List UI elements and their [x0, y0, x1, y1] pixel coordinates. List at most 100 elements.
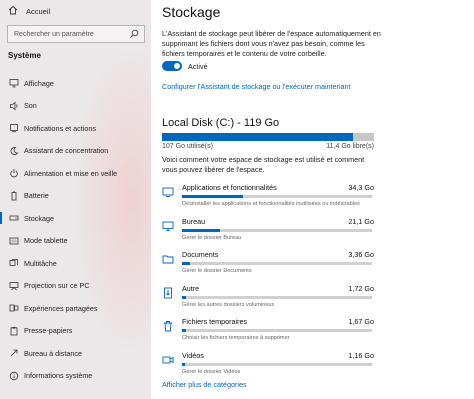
category-bar	[182, 329, 372, 332]
documents-icon	[162, 252, 174, 264]
show-more-categories-link[interactable]: Afficher plus de catégories	[162, 380, 247, 389]
category-subtext: Désinstaller les applications et fonctio…	[182, 201, 360, 207]
category-autre[interactable]: Autre 1,72 Go Gérer les autres dossiers …	[160, 284, 374, 318]
display-icon	[9, 78, 19, 88]
category-bar	[182, 362, 372, 366]
configure-storage-sense-link[interactable]: Configurer l'Assistant de stockage ou l'…	[162, 82, 351, 91]
category-bureau[interactable]: Bureau 21,1 Go Gérer le dossier Bureau	[160, 217, 374, 251]
sidebar-item-label: Son	[24, 101, 37, 111]
category-bar-fill	[182, 362, 185, 366]
category-name: Fichiers temporaires	[182, 317, 248, 326]
sidebar-item-mode-tablette[interactable]: Mode tablette	[0, 230, 151, 253]
sidebar-item-label: Bureau à distance	[24, 348, 82, 358]
category-bar-fill	[182, 262, 190, 265]
apps-icon	[162, 185, 174, 197]
category-size: 34,3 Go	[348, 183, 374, 192]
search-input[interactable]: Rechercher un paramètre	[7, 25, 145, 43]
disk-usage-bar	[162, 133, 374, 141]
storage-icon	[9, 213, 19, 223]
disk-usage-fill	[162, 133, 353, 141]
section-title: Système	[8, 51, 41, 60]
category-name: Bureau	[182, 216, 206, 226]
main-content: Stockage L'Assistant de stockage peut li…	[151, 0, 474, 399]
moon-icon	[9, 146, 19, 156]
trash-icon	[162, 319, 174, 332]
sidebar-item-label: Presse-papiers	[24, 326, 73, 336]
category-name: Vidéos	[182, 350, 204, 360]
battery-icon	[9, 191, 19, 201]
sidebar-item-label: Mode tablette	[24, 236, 68, 246]
sidebar-item-label: Multitâche	[24, 258, 57, 268]
home-label: Accueil	[26, 6, 51, 16]
sidebar-item-son[interactable]: Son	[0, 95, 151, 118]
sidebar-item-notifications[interactable]: Notifications et actions	[0, 117, 151, 140]
disk-description: Voici comment votre espace de stockage e…	[162, 155, 365, 175]
category-list: Applications et fonctionnalités 34,3 Go …	[160, 183, 374, 384]
category-size: 21,1 Go	[348, 216, 374, 226]
sidebar-item-experiences[interactable]: Expériences partagées	[0, 297, 151, 320]
sidebar-item-label: Assistant de concentration	[24, 146, 109, 156]
category-subtext: Choisir les fichiers temporaires à suppr…	[182, 335, 290, 341]
search-icon	[129, 29, 139, 41]
speaker-icon	[9, 101, 19, 111]
sidebar-item-multitache[interactable]: Multitâche	[0, 252, 151, 275]
desktop-icon	[162, 219, 174, 231]
search-placeholder: Rechercher un paramètre	[14, 30, 94, 38]
power-icon	[9, 168, 19, 178]
multitask-icon	[9, 258, 19, 268]
home-icon	[8, 5, 18, 17]
sidebar-item-label: Stockage	[24, 213, 54, 223]
projection-icon	[9, 281, 19, 291]
sidebar-item-bureau-distance[interactable]: Bureau à distance	[0, 342, 151, 365]
category-name: Applications et fonctionnalités	[182, 183, 277, 192]
sidebar-item-affichage[interactable]: Affichage	[0, 72, 151, 95]
sidebar-item-label: Informations système	[24, 371, 93, 381]
category-applications[interactable]: Applications et fonctionnalités 34,3 Go …	[160, 183, 374, 217]
category-bar-fill	[182, 295, 186, 299]
storage-sense-toggle[interactable]	[162, 61, 182, 71]
disk-used-label: 107 Go utilisé(s)	[162, 143, 213, 150]
category-size: 3,36 Go	[348, 250, 374, 259]
category-name: Documents	[182, 250, 219, 259]
category-bar	[182, 228, 372, 232]
category-subtext: Gérer le dossier Bureau	[182, 234, 242, 241]
category-bar-fill	[182, 228, 220, 232]
category-size: 1,16 Go	[348, 350, 374, 360]
sidebar-item-alimentation[interactable]: Alimentation et mise en veille	[0, 162, 151, 185]
category-size: 1,67 Go	[348, 317, 374, 326]
sidebar-item-label: Expériences partagées	[24, 303, 98, 313]
other-icon	[162, 286, 174, 298]
sidebar-item-label: Projection sur ce PC	[24, 281, 90, 291]
category-name: Autre	[182, 283, 200, 293]
sidebar-item-label: Batterie	[24, 191, 49, 201]
sidebar-item-batterie[interactable]: Batterie	[0, 185, 151, 208]
category-bar	[182, 295, 372, 299]
remote-desktop-icon	[9, 348, 19, 358]
category-bar-fill	[182, 329, 186, 332]
sidebar-item-label: Affichage	[24, 78, 54, 88]
info-icon	[9, 371, 19, 381]
clipboard-icon	[9, 326, 19, 336]
sidebar-item-presse-papiers[interactable]: Presse-papiers	[0, 320, 151, 343]
sidebar-item-label: Notifications et actions	[24, 123, 96, 133]
notification-icon	[9, 123, 19, 133]
home-link[interactable]: Accueil	[0, 2, 151, 20]
category-videos[interactable]: Vidéos 1,16 Go Gérer le dossier Vidéos	[160, 351, 374, 385]
category-fichiers-temporaires[interactable]: Fichiers temporaires 1,67 Go Choisir les…	[160, 317, 374, 351]
category-bar-fill	[182, 195, 243, 198]
tablet-icon	[9, 236, 19, 246]
sidebar-item-label: Alimentation et mise en veille	[24, 168, 118, 178]
category-bar	[182, 195, 372, 198]
category-bar	[182, 262, 372, 265]
storage-sense-description: L'Assistant de stockage peut libérer de …	[162, 29, 381, 59]
category-documents[interactable]: Documents 3,36 Go Gérer le dossier Docum…	[160, 250, 374, 284]
toggle-state-label: Activé	[188, 62, 208, 71]
sidebar-item-stockage[interactable]: Stockage	[0, 207, 151, 230]
sidebar-item-concentration[interactable]: Assistant de concentration	[0, 140, 151, 163]
category-size: 1,72 Go	[348, 283, 374, 293]
category-subtext: Gérer le dossier Vidéos	[182, 368, 241, 375]
sidebar-item-projection[interactable]: Projection sur ce PC	[0, 275, 151, 298]
sidebar-item-informations[interactable]: Informations système	[0, 365, 151, 388]
page-title: Stockage	[162, 4, 221, 20]
video-icon	[162, 353, 174, 365]
